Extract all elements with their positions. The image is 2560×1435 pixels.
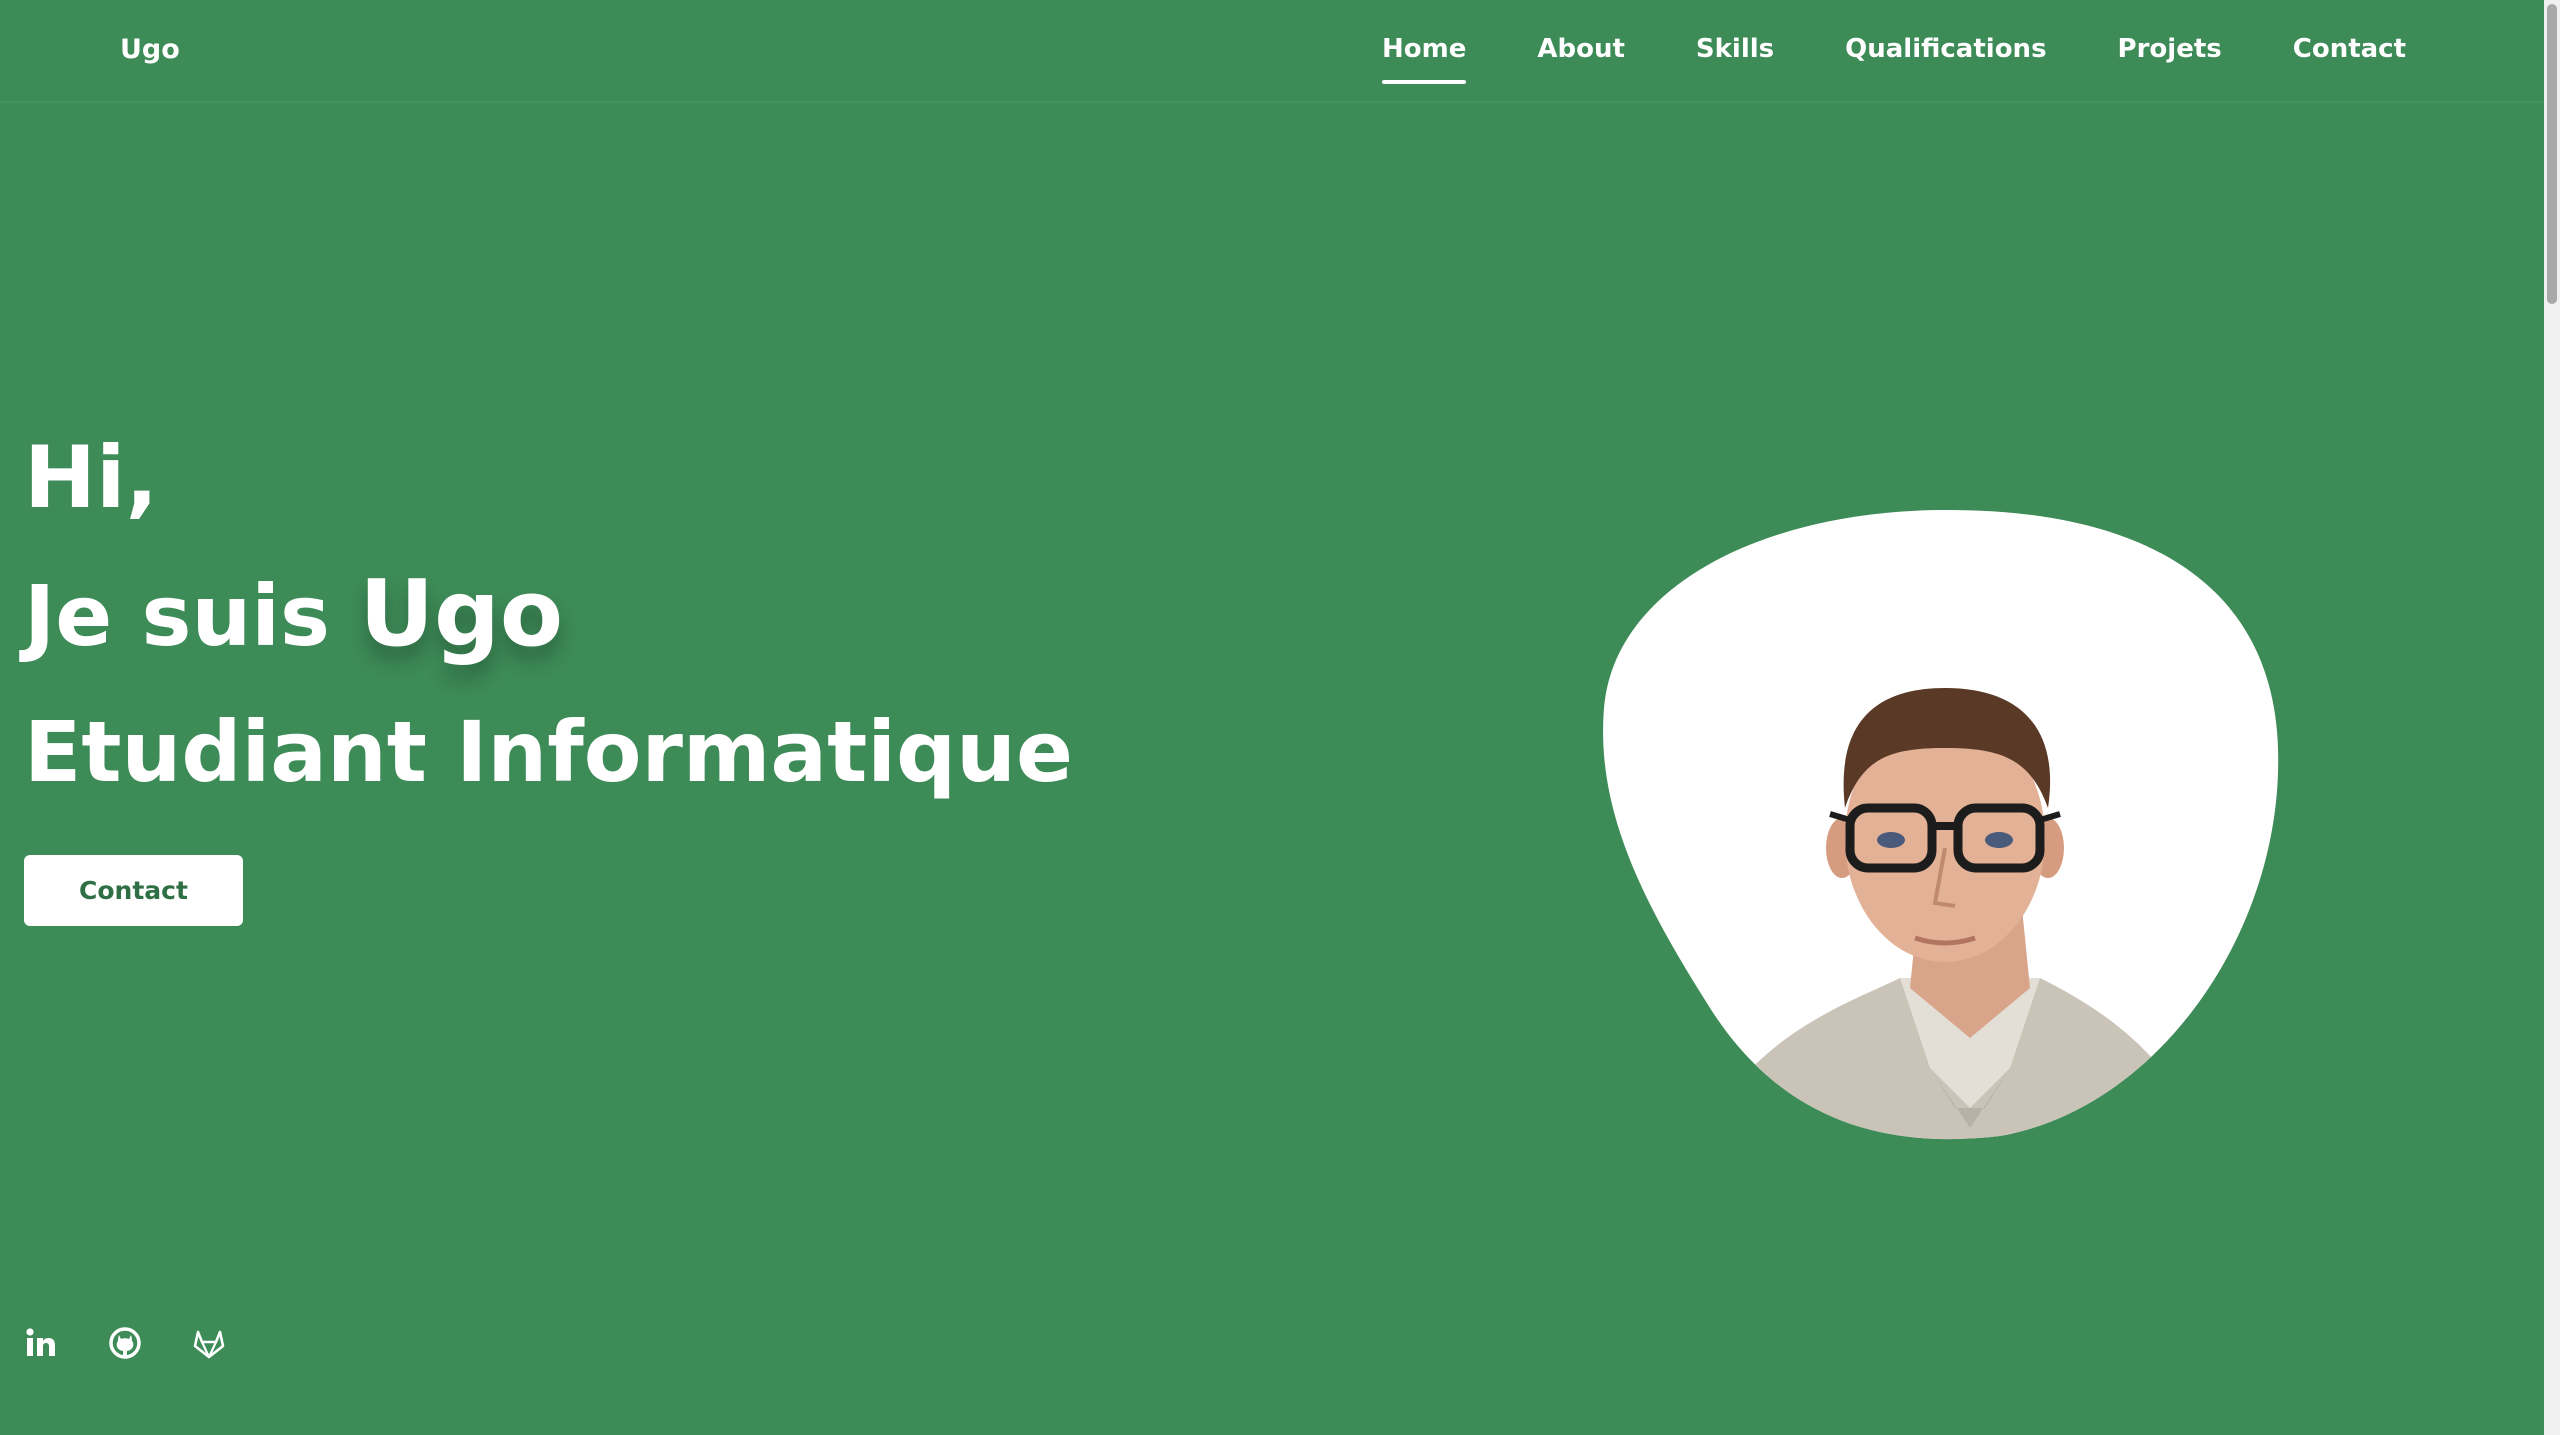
hero-greeting: Hi, [24,428,159,528]
nav-link-about[interactable]: About [1537,34,1625,64]
scrollbar-thumb[interactable] [2547,4,2557,304]
nav-link-home[interactable]: Home [1382,34,1467,84]
site-logo[interactable]: Ugo [120,34,180,65]
hero-role: Etudiant Informatique [24,703,1073,801]
profile-photo [1600,508,2280,1140]
nav-link-skills[interactable]: Skills [1696,34,1774,64]
site-header: Ugo Home About Skills Qualifications Pro… [0,0,2544,103]
hero-intro: Je suis [24,567,331,665]
nav-link-projets[interactable]: Projets [2118,34,2222,64]
social-links [24,1326,226,1360]
profile-photo-blob [1603,509,2279,1140]
gitlab-icon[interactable] [192,1326,226,1360]
hero-section: Hi, Je suis Ugo Etudiant Informatique [24,410,1073,820]
hero-name: Ugo [359,560,564,667]
github-icon[interactable] [108,1326,142,1360]
nav-link-contact[interactable]: Contact [2293,34,2406,64]
linkedin-icon[interactable] [24,1326,58,1360]
page-scrollbar[interactable] [2544,0,2560,1435]
contact-button[interactable]: Contact [24,855,243,926]
hero-intro-line: Je suis Ugo [24,546,1073,684]
nav-link-qualifications[interactable]: Qualifications [1845,34,2046,64]
main-nav: Home About Skills Qualifications Projets… [1382,34,2406,84]
